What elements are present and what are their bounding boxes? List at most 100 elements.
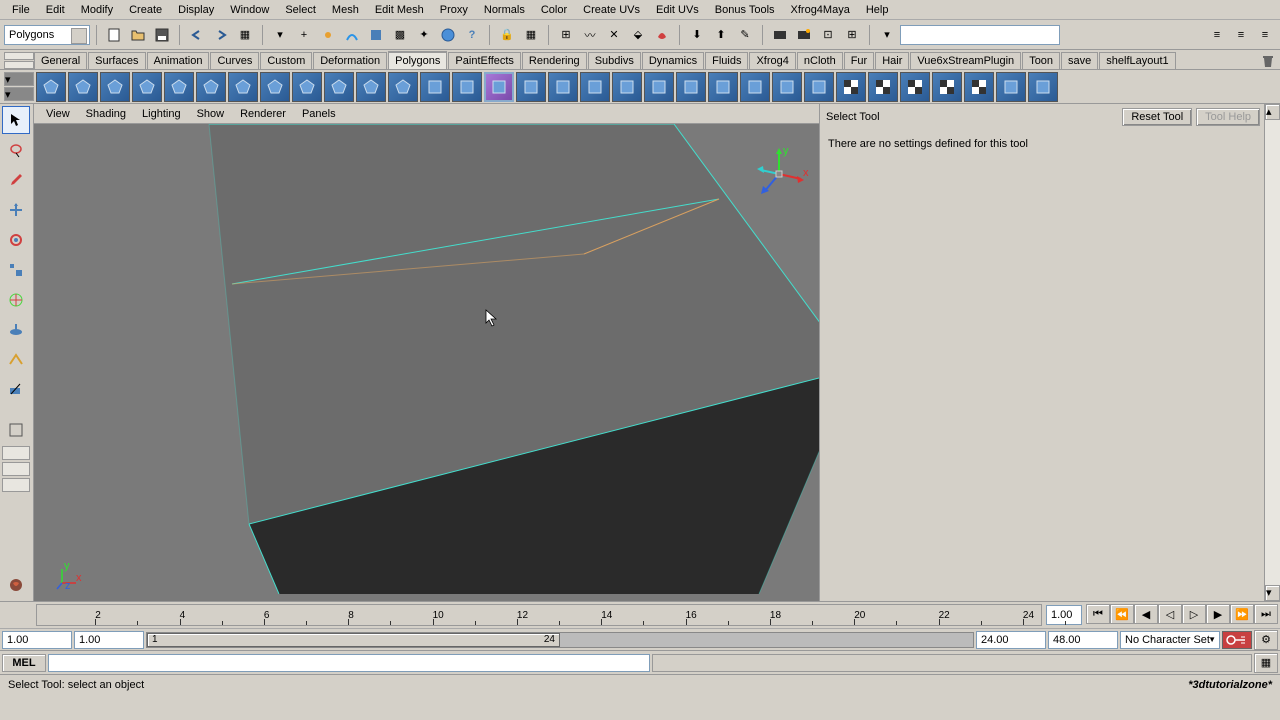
shelf-tab-subdivs[interactable]: Subdivs bbox=[588, 52, 641, 69]
select-vtx-button[interactable] bbox=[317, 24, 339, 46]
select-obj-button[interactable]: ▾ bbox=[269, 24, 291, 46]
snap-grid-button[interactable]: ⊞ bbox=[555, 24, 577, 46]
current-frame-field[interactable]: 1.00 bbox=[1046, 605, 1082, 625]
shelf-bool3-button[interactable] bbox=[676, 72, 706, 102]
viewport[interactable]: y x y x z bbox=[34, 124, 819, 601]
select-comp-button[interactable]: + bbox=[293, 24, 315, 46]
shelf-tab-animation[interactable]: Animation bbox=[147, 52, 210, 69]
lasso-tool[interactable] bbox=[2, 136, 30, 164]
globe-button[interactable] bbox=[437, 24, 459, 46]
shelf-tab-polygons[interactable]: Polygons bbox=[388, 51, 447, 69]
shelf-tab-ncloth[interactable]: nCloth bbox=[797, 52, 843, 69]
menu-modify[interactable]: Modify bbox=[73, 2, 121, 18]
shelf-cone-button[interactable] bbox=[132, 72, 162, 102]
shelf-grid3-button[interactable] bbox=[900, 72, 930, 102]
tool-settings-button[interactable]: ≡ bbox=[1230, 24, 1252, 46]
shelf-tab-hair[interactable]: Hair bbox=[875, 52, 909, 69]
shelf-grid2-button[interactable] bbox=[580, 72, 610, 102]
step-back-button[interactable]: ◀ bbox=[1134, 604, 1158, 624]
shelf-tab-scroll-down[interactable] bbox=[4, 61, 34, 69]
shelf-tab-vue6xstreamplugin[interactable]: Vue6xStreamPlugin bbox=[910, 52, 1021, 69]
menu-color[interactable]: Color bbox=[533, 2, 575, 18]
shelf-tri-button[interactable] bbox=[996, 72, 1026, 102]
four-view-button[interactable] bbox=[2, 446, 30, 460]
shelf-tab-deformation[interactable]: Deformation bbox=[313, 52, 387, 69]
script-editor-toggle[interactable]: ▦ bbox=[1254, 653, 1278, 673]
viewport-menu-shading[interactable]: Shading bbox=[78, 106, 134, 122]
render-dropdown-button[interactable]: ▾ bbox=[876, 24, 898, 46]
shelf-sculpt-button[interactable] bbox=[964, 72, 994, 102]
menu-create[interactable]: Create bbox=[121, 2, 170, 18]
shelf-trash-icon[interactable] bbox=[1260, 53, 1276, 69]
menu-bonus-tools[interactable]: Bonus Tools bbox=[707, 2, 783, 18]
render-region-button[interactable]: ⊡ bbox=[817, 24, 839, 46]
menu-edit-mesh[interactable]: Edit Mesh bbox=[367, 2, 432, 18]
single-view-button[interactable] bbox=[2, 416, 30, 444]
menu-display[interactable]: Display bbox=[170, 2, 222, 18]
shelf-soccer-button[interactable] bbox=[356, 72, 386, 102]
menu-window[interactable]: Window bbox=[222, 2, 277, 18]
move-tool[interactable] bbox=[2, 196, 30, 224]
right-scrollbar[interactable]: ▴ ▾ bbox=[1264, 104, 1280, 601]
anim-start-field[interactable] bbox=[2, 631, 72, 649]
menu-normals[interactable]: Normals bbox=[476, 2, 533, 18]
soft-mod-tool[interactable] bbox=[2, 316, 30, 344]
shelf-check3-button[interactable] bbox=[932, 72, 962, 102]
script-editor-button[interactable] bbox=[2, 571, 30, 599]
shelf-cylinder-button[interactable] bbox=[100, 72, 130, 102]
shelf-bool2-button[interactable] bbox=[644, 72, 674, 102]
history-out-button[interactable]: ⬆ bbox=[710, 24, 732, 46]
shelf-check2-button[interactable] bbox=[868, 72, 898, 102]
ipr-button[interactable] bbox=[793, 24, 815, 46]
shelf-sphere-button[interactable] bbox=[36, 72, 66, 102]
menu-help[interactable]: Help bbox=[858, 2, 897, 18]
select-uv-button[interactable]: ▩ bbox=[389, 24, 411, 46]
snap-plane-button[interactable]: ⬙ bbox=[627, 24, 649, 46]
shelf-tab-fur[interactable]: Fur bbox=[844, 52, 875, 69]
undo-button[interactable] bbox=[186, 24, 208, 46]
shelf-cube2-button[interactable] bbox=[484, 72, 514, 102]
scale-tool[interactable] bbox=[2, 256, 30, 284]
range-end-field[interactable] bbox=[976, 631, 1046, 649]
anim-end-field[interactable] bbox=[1048, 631, 1118, 649]
shelf-type2-button[interactable] bbox=[452, 72, 482, 102]
shelf-check1-button[interactable] bbox=[836, 72, 866, 102]
select-tool[interactable] bbox=[2, 106, 30, 134]
menu-edit[interactable]: Edit bbox=[38, 2, 73, 18]
shelf-extrude-button[interactable] bbox=[772, 72, 802, 102]
script-lang-button[interactable]: MEL bbox=[2, 654, 46, 672]
menu-file[interactable]: File bbox=[4, 2, 38, 18]
redo-button[interactable] bbox=[210, 24, 232, 46]
shelf-cube-button[interactable] bbox=[68, 72, 98, 102]
shelf-quad-button[interactable] bbox=[1028, 72, 1058, 102]
render-settings-button[interactable]: ⊞ bbox=[841, 24, 863, 46]
shelf-tab-save[interactable]: save bbox=[1061, 52, 1098, 69]
shelf-facet-button[interactable] bbox=[804, 72, 834, 102]
snap-curve-button[interactable]: 〰 bbox=[579, 24, 601, 46]
viewport-menu-renderer[interactable]: Renderer bbox=[232, 106, 294, 122]
new-scene-button[interactable] bbox=[103, 24, 125, 46]
search-input[interactable] bbox=[900, 25, 1060, 45]
highlight-button[interactable]: ▦ bbox=[520, 24, 542, 46]
shelf-edit-button[interactable]: ▾ bbox=[4, 87, 34, 101]
shelf-plane2-button[interactable] bbox=[516, 72, 546, 102]
shelf-plane-button[interactable] bbox=[164, 72, 194, 102]
mode-dropdown[interactable]: Polygons bbox=[4, 25, 90, 45]
shelf-tab-shelflayout1[interactable]: shelfLayout1 bbox=[1099, 52, 1175, 69]
shelf-pyramid-button[interactable] bbox=[260, 72, 290, 102]
step-forward-button[interactable]: ▶ bbox=[1206, 604, 1230, 624]
shelf-torus-button[interactable] bbox=[196, 72, 226, 102]
shelf-prism-button[interactable] bbox=[228, 72, 258, 102]
show-manip-tool[interactable] bbox=[2, 346, 30, 374]
select-face-button[interactable] bbox=[365, 24, 387, 46]
shelf-menu-button[interactable]: ▾ bbox=[4, 72, 34, 86]
shelf-type1-button[interactable] bbox=[420, 72, 450, 102]
play-back-button[interactable]: ◁ bbox=[1158, 604, 1182, 624]
lock-button[interactable]: 🔒 bbox=[496, 24, 518, 46]
shelf-smooth-button[interactable] bbox=[708, 72, 738, 102]
shelf-tab-fluids[interactable]: Fluids bbox=[705, 52, 748, 69]
shelf-tab-toon[interactable]: Toon bbox=[1022, 52, 1060, 69]
range-start-field[interactable] bbox=[74, 631, 144, 649]
scroll-down-button[interactable]: ▾ bbox=[1265, 585, 1280, 601]
view-axis-gizmo[interactable]: y x bbox=[749, 144, 809, 204]
